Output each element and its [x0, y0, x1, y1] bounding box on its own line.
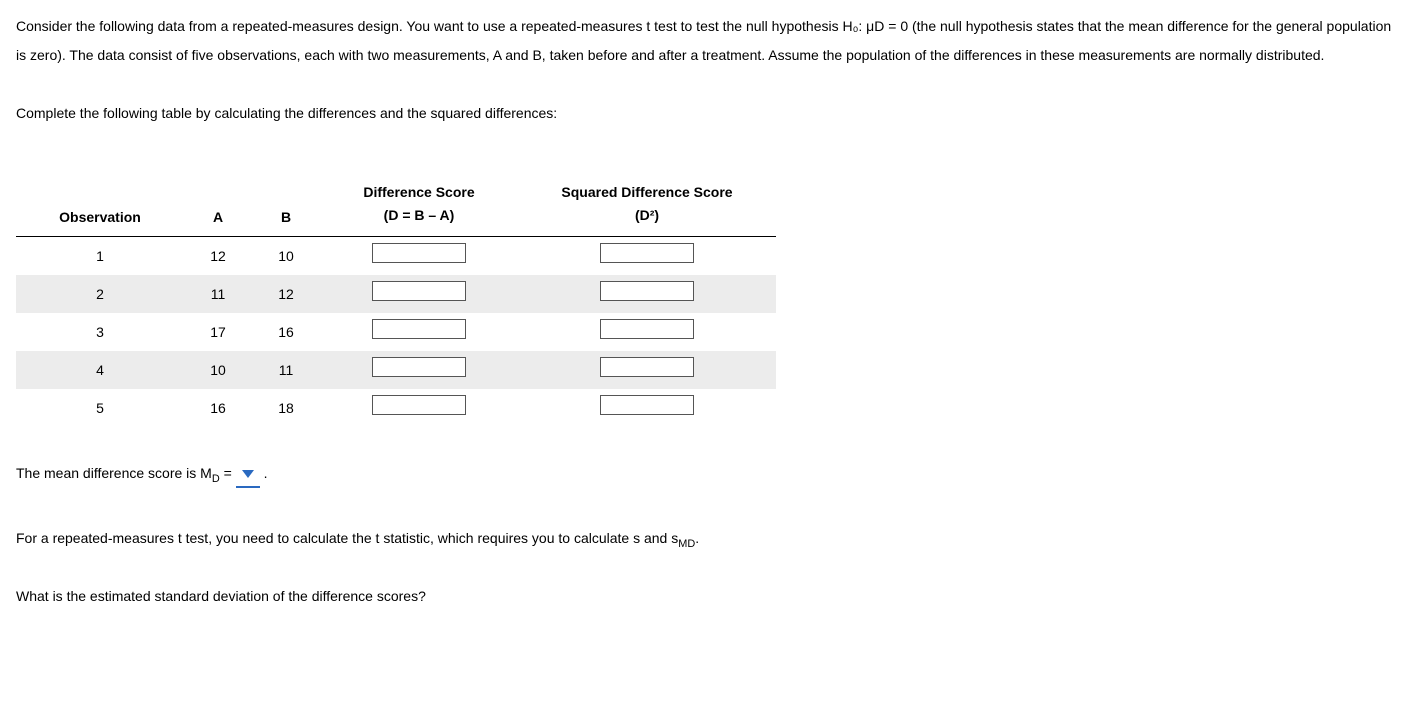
- header-diff-sub: (D = B – A): [320, 203, 518, 237]
- cell-a: 12: [184, 237, 252, 276]
- table-row: 1 12 10: [16, 237, 776, 276]
- sqdiff-input-2[interactable]: [600, 281, 694, 301]
- sqdiff-input-3[interactable]: [600, 319, 694, 339]
- sqdiff-input-5[interactable]: [600, 395, 694, 415]
- cell-obs: 1: [16, 237, 184, 276]
- cell-b: 11: [252, 351, 320, 389]
- cell-b: 16: [252, 313, 320, 351]
- diff-input-2[interactable]: [372, 281, 466, 301]
- problem-paragraph-2: Complete the following table by calculat…: [16, 99, 1401, 128]
- cell-obs: 2: [16, 275, 184, 313]
- data-table-wrap: Difference Score Squared Difference Scor…: [16, 178, 1401, 427]
- md-prefix: The mean difference score is M: [16, 465, 212, 481]
- cell-a: 16: [184, 389, 252, 427]
- md-eq: =: [220, 465, 236, 481]
- cell-obs: 4: [16, 351, 184, 389]
- sqdiff-input-4[interactable]: [600, 357, 694, 377]
- cell-b: 18: [252, 389, 320, 427]
- cell-a: 17: [184, 313, 252, 351]
- mean-difference-line: The mean difference score is MD = .: [16, 463, 1401, 488]
- diff-input-4[interactable]: [372, 357, 466, 377]
- diff-input-1[interactable]: [372, 243, 466, 263]
- p3-part-a: For a repeated-measures t test, you need…: [16, 530, 678, 546]
- cell-obs: 5: [16, 389, 184, 427]
- md-subscript: D: [212, 473, 220, 485]
- diff-input-3[interactable]: [372, 319, 466, 339]
- problem-paragraph-4: What is the estimated standard deviation…: [16, 586, 1401, 607]
- cell-a: 10: [184, 351, 252, 389]
- header-observation: Observation: [16, 203, 184, 237]
- md-dropdown[interactable]: [236, 463, 260, 488]
- cell-b: 10: [252, 237, 320, 276]
- p3-part-b: .: [695, 530, 699, 546]
- chevron-down-icon: [242, 470, 254, 478]
- cell-b: 12: [252, 275, 320, 313]
- table-row: 4 10 11: [16, 351, 776, 389]
- md-period: .: [260, 465, 268, 481]
- header-diff-top: Difference Score: [320, 178, 518, 203]
- sqdiff-input-1[interactable]: [600, 243, 694, 263]
- table-row: 2 11 12: [16, 275, 776, 313]
- cell-obs: 3: [16, 313, 184, 351]
- data-table: Difference Score Squared Difference Scor…: [16, 178, 776, 427]
- cell-a: 11: [184, 275, 252, 313]
- diff-input-5[interactable]: [372, 395, 466, 415]
- p3-sub: MD: [678, 538, 695, 550]
- problem-paragraph-1: Consider the following data from a repea…: [16, 12, 1401, 71]
- problem-paragraph-3: For a repeated-measures t test, you need…: [16, 524, 1401, 556]
- table-row: 3 17 16: [16, 313, 776, 351]
- header-sqdiff-sub: (D²): [518, 203, 776, 237]
- header-sqdiff-top: Squared Difference Score: [518, 178, 776, 203]
- header-a: A: [184, 203, 252, 237]
- header-b: B: [252, 203, 320, 237]
- table-row: 5 16 18: [16, 389, 776, 427]
